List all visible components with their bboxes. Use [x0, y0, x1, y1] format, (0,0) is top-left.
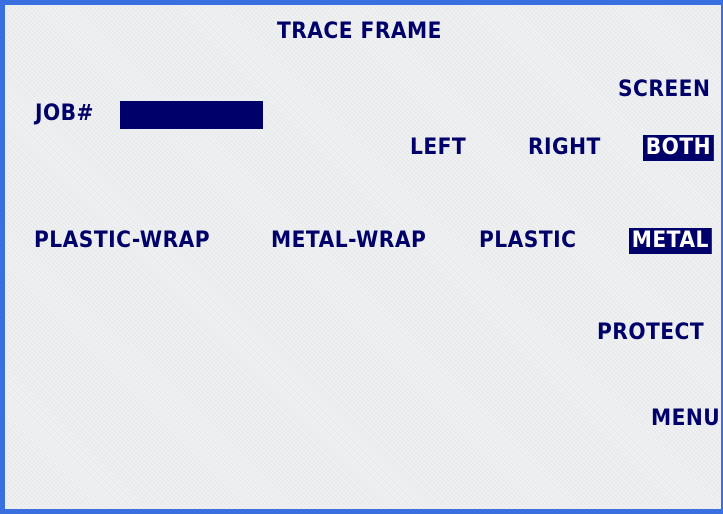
frame-option-plastic-wrap[interactable]: PLASTIC-WRAP	[34, 228, 210, 254]
screen-label: SCREEN	[618, 77, 711, 102]
frame-option-metal-wrap[interactable]: METAL-WRAP	[271, 228, 426, 254]
screen-option-both[interactable]: BOTH	[643, 135, 714, 161]
protect-button[interactable]: PROTECT	[597, 320, 704, 346]
screen-option-left[interactable]: LEFT	[410, 135, 466, 161]
job-label: JOB#	[35, 101, 94, 126]
screen-option-right[interactable]: RIGHT	[528, 135, 601, 161]
frame-option-metal[interactable]: METAL	[629, 228, 712, 254]
page-title: TRACE FRAME	[277, 19, 442, 44]
frame-option-plastic[interactable]: PLASTIC	[479, 228, 576, 254]
trace-frame-screen: TRACE FRAME SCREEN JOB# LEFT RIGHT BOTH …	[0, 0, 723, 514]
menu-button[interactable]: MENU	[651, 406, 720, 432]
job-number-input[interactable]	[120, 101, 263, 129]
